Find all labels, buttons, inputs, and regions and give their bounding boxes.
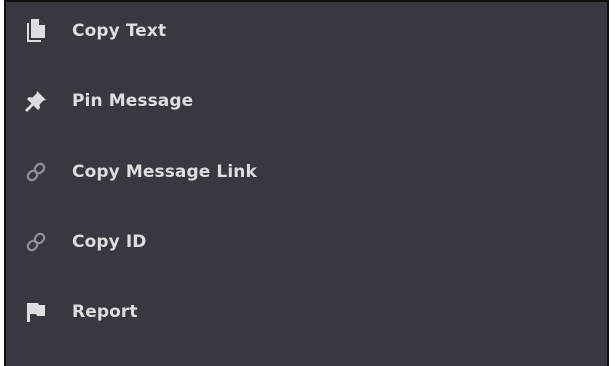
menu-item-report[interactable]: Report xyxy=(6,289,607,335)
flag-icon xyxy=(22,298,50,326)
copy-icon xyxy=(22,17,50,45)
menu-item-pin-message[interactable]: Pin Message xyxy=(6,78,607,124)
pin-icon xyxy=(22,87,50,115)
menu-item-label: Copy Text xyxy=(72,21,167,41)
menu-item-copy-id[interactable]: Copy ID xyxy=(6,219,607,265)
menu-item-label: Copy Message Link xyxy=(72,162,257,182)
menu-item-label: Report xyxy=(72,302,138,322)
menu-item-copy-text[interactable]: Copy Text xyxy=(6,8,607,54)
link-icon xyxy=(22,228,50,256)
menu-item-copy-message-link[interactable]: Copy Message Link xyxy=(6,149,607,195)
menu-item-label: Copy ID xyxy=(72,232,147,252)
link-icon xyxy=(22,158,50,186)
menu-item-label: Pin Message xyxy=(72,91,194,111)
message-context-menu: Copy Text Pin Message Copy Message Link xyxy=(4,0,609,366)
